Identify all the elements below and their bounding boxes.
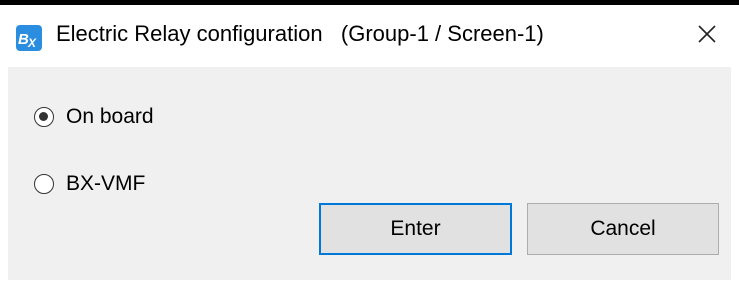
svg-text:X: X [27, 36, 37, 50]
on-board-radio[interactable] [34, 107, 54, 127]
enter-button[interactable]: Enter [319, 203, 512, 255]
bx-app-icon: B X [16, 25, 42, 51]
close-button[interactable] [683, 10, 731, 58]
on-board-label: On board [66, 105, 154, 128]
window-title: Electric Relay configuration (Group-1 / … [56, 21, 544, 46]
option-on-board[interactable]: On board [34, 104, 154, 130]
bx-vmf-radio[interactable] [34, 174, 54, 194]
cancel-button[interactable]: Cancel [527, 203, 719, 255]
title-bar[interactable]: B X Electric Relay configuration (Group-… [0, 5, 739, 61]
option-bx-vmf[interactable]: BX-VMF [34, 171, 145, 197]
dialog-body: On board BX-VMF Enter Cancel [8, 67, 731, 280]
bx-vmf-label: BX-VMF [66, 172, 146, 195]
close-icon [698, 25, 716, 43]
